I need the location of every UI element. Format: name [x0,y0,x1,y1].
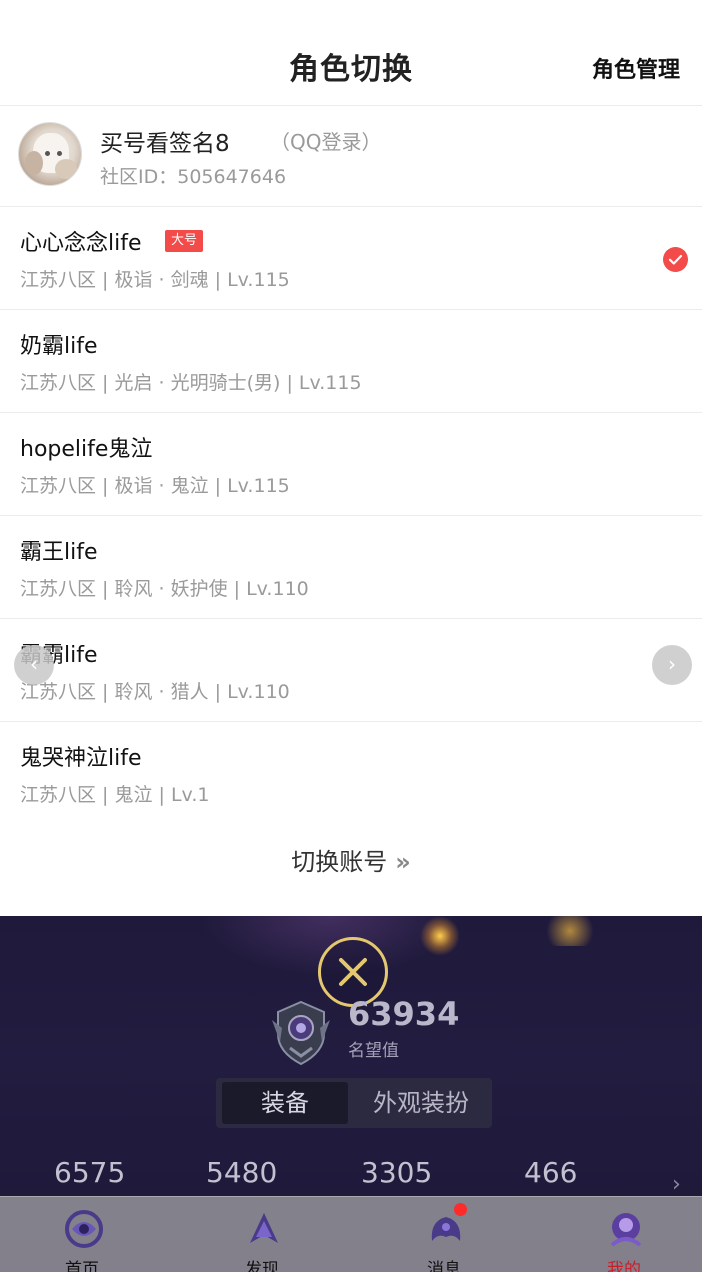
stat-value: 5480 [206,1156,278,1189]
tab-profile[interactable]: 我的 [564,1197,684,1272]
account-name: 买号看签名8 [100,131,230,157]
home-icon [65,1210,103,1248]
sheet-header: 角色切换 角色管理 [0,0,702,106]
rank-emblem-icon [268,998,334,1066]
tab-equipment[interactable]: 装备 [222,1082,348,1124]
scroll-right-button[interactable]: › [652,645,692,685]
role-management-button[interactable]: 角色管理 [592,52,680,84]
main-account-badge: 大号 [165,230,204,252]
role-item[interactable]: 鬼哭神泣life 江苏八区 | 鬼泣 | Lv.1 [0,722,702,825]
tab-messages[interactable]: 消息 [384,1197,504,1272]
bottom-tab-bar: 首页 发现 消息 我的 [0,1196,702,1272]
role-info: 江苏八区 | 鬼泣 | Lv.1 [20,784,210,806]
tab-appearance[interactable]: 外观装扮 [356,1082,486,1124]
role-item[interactable]: hopelife鬼泣 江苏八区 | 极诣 · 鬼泣 | Lv.115 [0,413,702,516]
stats-row: 6575 5480 3305 466 [0,1156,702,1196]
selected-check-icon [663,247,688,272]
fame-label: 名望值 [348,1041,399,1061]
role-info: 江苏八区 | 极诣 · 鬼泣 | Lv.115 [20,475,290,497]
tab-profile-label: 我的 [607,1260,641,1272]
discover-icon [250,1213,278,1243]
tab-discover-label: 发现 [245,1260,279,1272]
chevron-right-icon[interactable]: › [672,1172,681,1197]
stat-value: 6575 [54,1156,126,1189]
stat-value: 3305 [361,1156,433,1189]
scroll-left-button[interactable]: ‹ [14,645,54,685]
tab-home-label: 首页 [65,1260,99,1272]
role-name: 奶霸life [20,334,98,359]
switch-account-button[interactable]: 切换账号» [0,842,702,877]
role-item[interactable]: 奶霸life 江苏八区 | 光启 · 光明骑士(男) | Lv.115 [0,310,702,413]
role-name: 霸王life [20,540,98,565]
tab-messages-label: 消息 [427,1260,461,1272]
avatar [18,122,82,186]
chevron-left-icon: ‹ [30,652,38,676]
equipment-tabs: 装备 外观装扮 [216,1078,492,1128]
chevron-right-icon: › [668,652,676,676]
role-item[interactable]: 霸霸life 江苏八区 | 聆风 · 猎人 | Lv.110 [0,619,702,722]
account-login-type: （QQ登录） [270,130,382,154]
notification-dot [454,1203,467,1216]
role-item[interactable]: 霸王life 江苏八区 | 聆风 · 妖护使 | Lv.110 [0,516,702,619]
double-chevron-right-icon: » [395,848,411,876]
role-info: 江苏八区 | 光启 · 光明骑士(男) | Lv.115 [20,372,362,394]
stat-value: 466 [524,1156,578,1189]
role-info: 江苏八区 | 聆风 · 猎人 | Lv.110 [20,681,290,703]
fame-value: 63934 [348,995,460,1033]
role-info: 江苏八区 | 极诣 · 剑魂 | Lv.115 [20,269,290,291]
switch-account-label: 切换账号 [291,848,388,876]
role-switch-sheet: 角色切换 角色管理 买号看签名8 （QQ登录） 社区ID：505647646 心… [0,0,702,916]
profile-icon [610,1213,642,1247]
tab-home[interactable]: 首页 [22,1197,142,1272]
role-name: 心心念念life [20,231,142,256]
account-row: 买号看签名8 （QQ登录） 社区ID：505647646 [0,106,702,207]
role-name: 鬼哭神泣life [20,746,142,771]
role-info: 江苏八区 | 聆风 · 妖护使 | Lv.110 [20,578,309,600]
background-glow [540,916,600,946]
tab-discover[interactable]: 发现 [202,1197,322,1272]
role-item[interactable]: 心心念念life 大号 江苏八区 | 极诣 · 剑魂 | Lv.115 [0,207,702,310]
community-id: 社区ID：505647646 [100,166,287,188]
background-glow [420,916,460,956]
role-name: hopelife鬼泣 [20,437,153,462]
